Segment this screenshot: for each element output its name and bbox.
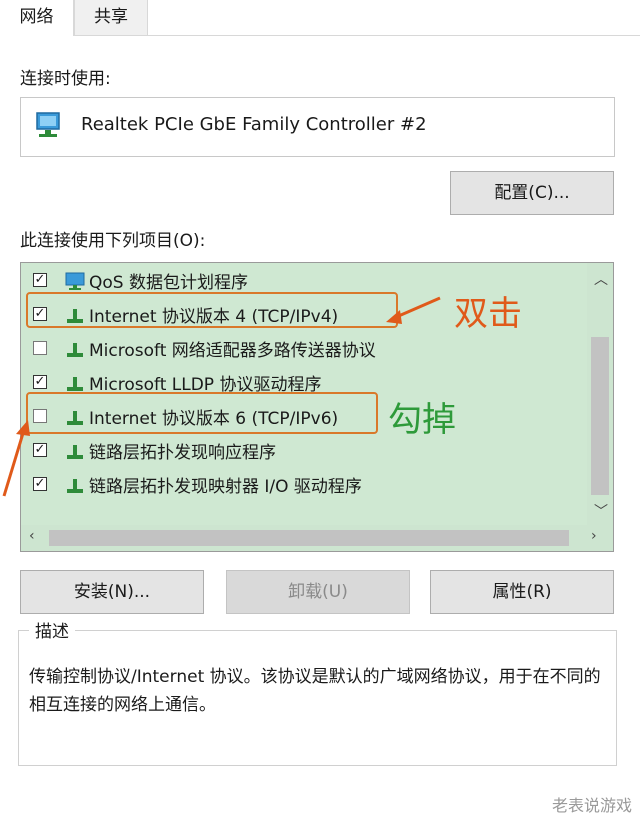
item-label: Microsoft 网络适配器多路传送器协议 — [89, 341, 376, 361]
item-checkbox[interactable]: ✓ — [33, 375, 47, 389]
list-item[interactable]: ✓ 链路层拓扑发现响应程序 — [21, 435, 586, 467]
description-legend: 描述 — [29, 617, 75, 642]
item-label: 链路层拓扑发现响应程序 — [89, 443, 276, 463]
watermark: 老表说游戏 — [551, 796, 632, 815]
description-text: 传输控制协议/Internet 协议。该协议是默认的广域网络协议，用于在不同的相… — [29, 667, 601, 715]
vertical-scrollbar[interactable]: ︿ ﹀ — [587, 263, 613, 525]
vertical-scroll-thumb[interactable] — [591, 337, 609, 495]
scroll-up-icon[interactable]: ︿ — [594, 269, 608, 289]
tab-network[interactable]: 网络 — [0, 0, 74, 36]
item-checkbox[interactable] — [33, 341, 47, 355]
list-item[interactable]: Microsoft 网络适配器多路传送器协议 — [21, 333, 586, 365]
configure-button[interactable]: 配置(C)... — [450, 171, 614, 215]
connect-using-label: 连接时使用: — [20, 69, 111, 89]
uncheck-annotation: 勾掉 — [388, 400, 456, 440]
items-label: 此连接使用下列项目(O): — [20, 231, 206, 251]
protocol-icon — [67, 343, 83, 357]
adapter-name: Realtek PCIe GbE Family Controller #2 — [81, 114, 427, 135]
protocol-icon — [67, 479, 83, 493]
tab-divider — [148, 35, 640, 36]
uncheck-arrow-icon — [2, 420, 30, 497]
monitor-icon — [65, 272, 85, 290]
scroll-right-icon[interactable]: › — [591, 528, 597, 544]
horizontal-scroll-thumb[interactable] — [49, 530, 569, 546]
description-group: 描述 传输控制协议/Internet 协议。该协议是默认的广域网络协议，用于在不… — [18, 617, 617, 766]
tab-strip: 网络 共享 — [0, 0, 640, 36]
adapter-field: Realtek PCIe GbE Family Controller #2 — [20, 97, 615, 157]
install-button[interactable]: 安装(N)... — [20, 570, 204, 614]
uninstall-button: 卸载(U) — [226, 570, 410, 614]
list-item[interactable]: ✓ 链路层拓扑发现映射器 I/O 驱动程序 — [21, 469, 586, 501]
item-label: 链路层拓扑发现映射器 I/O 驱动程序 — [89, 477, 362, 497]
item-checkbox[interactable]: ✓ — [33, 443, 47, 457]
item-checkbox[interactable]: ✓ — [33, 477, 47, 491]
ipv6-highlight-box — [26, 392, 378, 434]
properties-button[interactable]: 属性(R) — [430, 570, 614, 614]
network-adapter-icon — [36, 112, 60, 137]
double-click-arrow-icon — [386, 296, 441, 324]
protocol-icon — [67, 377, 83, 391]
item-label: QoS 数据包计划程序 — [89, 273, 248, 293]
item-checkbox[interactable]: ✓ — [33, 273, 47, 287]
double-click-annotation: 双击 — [454, 294, 522, 334]
horizontal-scrollbar[interactable]: ‹ › — [21, 525, 613, 551]
protocol-icon — [67, 445, 83, 459]
scroll-down-icon[interactable]: ﹀ — [594, 501, 608, 521]
ipv4-highlight-box — [26, 292, 398, 328]
scroll-left-icon[interactable]: ‹ — [29, 528, 35, 544]
tab-sharing[interactable]: 共享 — [74, 0, 148, 36]
